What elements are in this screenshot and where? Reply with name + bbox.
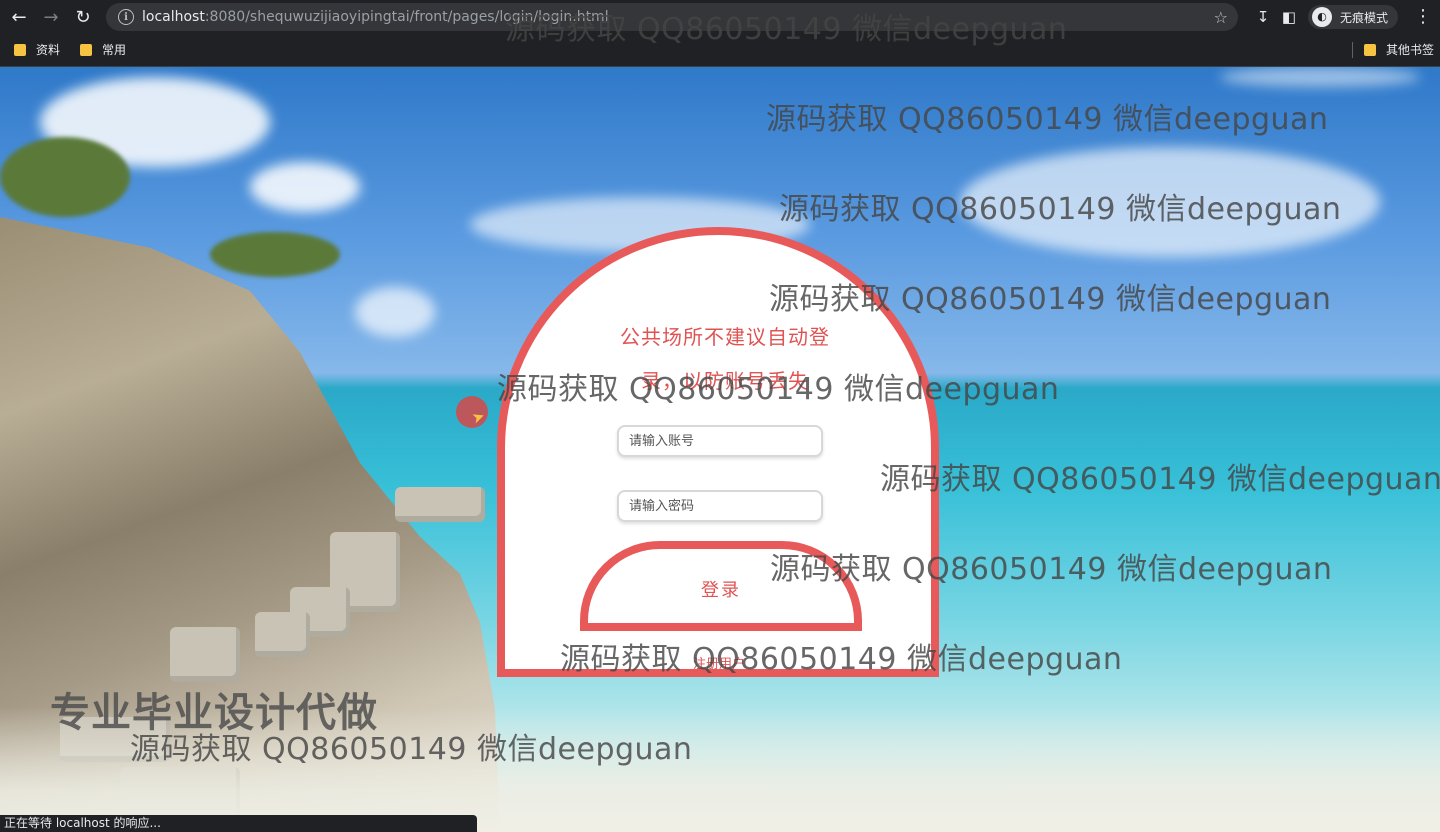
background-cloud bbox=[250, 162, 360, 212]
bookmarks-divider bbox=[1352, 42, 1353, 58]
browser-status-bar: 正在等待 localhost 的响应... bbox=[0, 815, 477, 832]
background-rock bbox=[395, 487, 485, 522]
background-cloud bbox=[960, 147, 1380, 257]
username-input[interactable] bbox=[617, 425, 823, 457]
other-bookmarks[interactable]: 其他书签 bbox=[1364, 41, 1434, 58]
background-bush bbox=[210, 232, 340, 277]
incognito-icon: ◐ bbox=[1312, 7, 1332, 27]
folder-icon bbox=[80, 43, 92, 56]
register-link[interactable]: 注册用户 bbox=[693, 653, 745, 672]
incognito-label: 无痕模式 bbox=[1340, 10, 1389, 25]
folder-icon bbox=[1364, 43, 1376, 56]
bookmark-label: 资料 bbox=[36, 43, 61, 57]
background-rock bbox=[170, 627, 240, 682]
toolbar-actions: ↧ ◧ ◐ 无痕模式 bbox=[1250, 4, 1399, 30]
password-input[interactable] bbox=[617, 490, 823, 522]
site-info-icon[interactable]: i bbox=[118, 9, 134, 25]
side-panel-icon[interactable]: ◧ bbox=[1276, 4, 1302, 30]
background-bush bbox=[0, 137, 130, 217]
url-text[interactable]: localhost:8080/shequwuzijiaoyipingtai/fr… bbox=[142, 9, 609, 25]
background-cloud bbox=[1220, 67, 1420, 87]
bookmarks-bar: 资料 常用 其他书签 bbox=[0, 34, 1440, 67]
reload-icon[interactable]: ↻ bbox=[70, 4, 96, 30]
bookmark-star-icon[interactable]: ☆ bbox=[1214, 8, 1228, 27]
promo-text: 专业毕业设计代做 bbox=[50, 690, 378, 736]
bookmark-label: 常用 bbox=[102, 43, 127, 57]
folder-icon bbox=[14, 43, 26, 56]
background-rock bbox=[255, 612, 310, 657]
login-button[interactable]: 登录 bbox=[580, 541, 862, 631]
browser-toolbar: ← → ↻ i localhost:8080/shequwuzijiaoyipi… bbox=[0, 0, 1440, 34]
security-notice: 公共场所不建议自动登 录，以防账号丢失 bbox=[610, 315, 840, 403]
address-bar[interactable]: i localhost:8080/shequwuzijiaoyipingtai/… bbox=[106, 3, 1238, 31]
browser-menu-icon[interactable]: ⋮ bbox=[1412, 4, 1434, 30]
back-icon[interactable]: ← bbox=[6, 4, 32, 30]
notice-line-1: 公共场所不建议自动登 bbox=[620, 325, 830, 349]
background-cloud bbox=[355, 287, 435, 337]
bookmark-folder-2[interactable]: 常用 bbox=[80, 41, 126, 58]
bookmark-folder-1[interactable]: 资料 bbox=[14, 41, 60, 58]
incognito-badge[interactable]: ◐ 无痕模式 bbox=[1308, 5, 1399, 29]
login-card: 公共场所不建议自动登 录，以防账号丢失 登录 注册用户 bbox=[497, 227, 939, 677]
notice-line-2: 录，以防账号丢失 bbox=[641, 369, 809, 393]
download-icon[interactable]: ↧ bbox=[1250, 4, 1276, 30]
other-bookmarks-label: 其他书签 bbox=[1386, 43, 1435, 57]
forward-icon[interactable]: → bbox=[38, 4, 64, 30]
